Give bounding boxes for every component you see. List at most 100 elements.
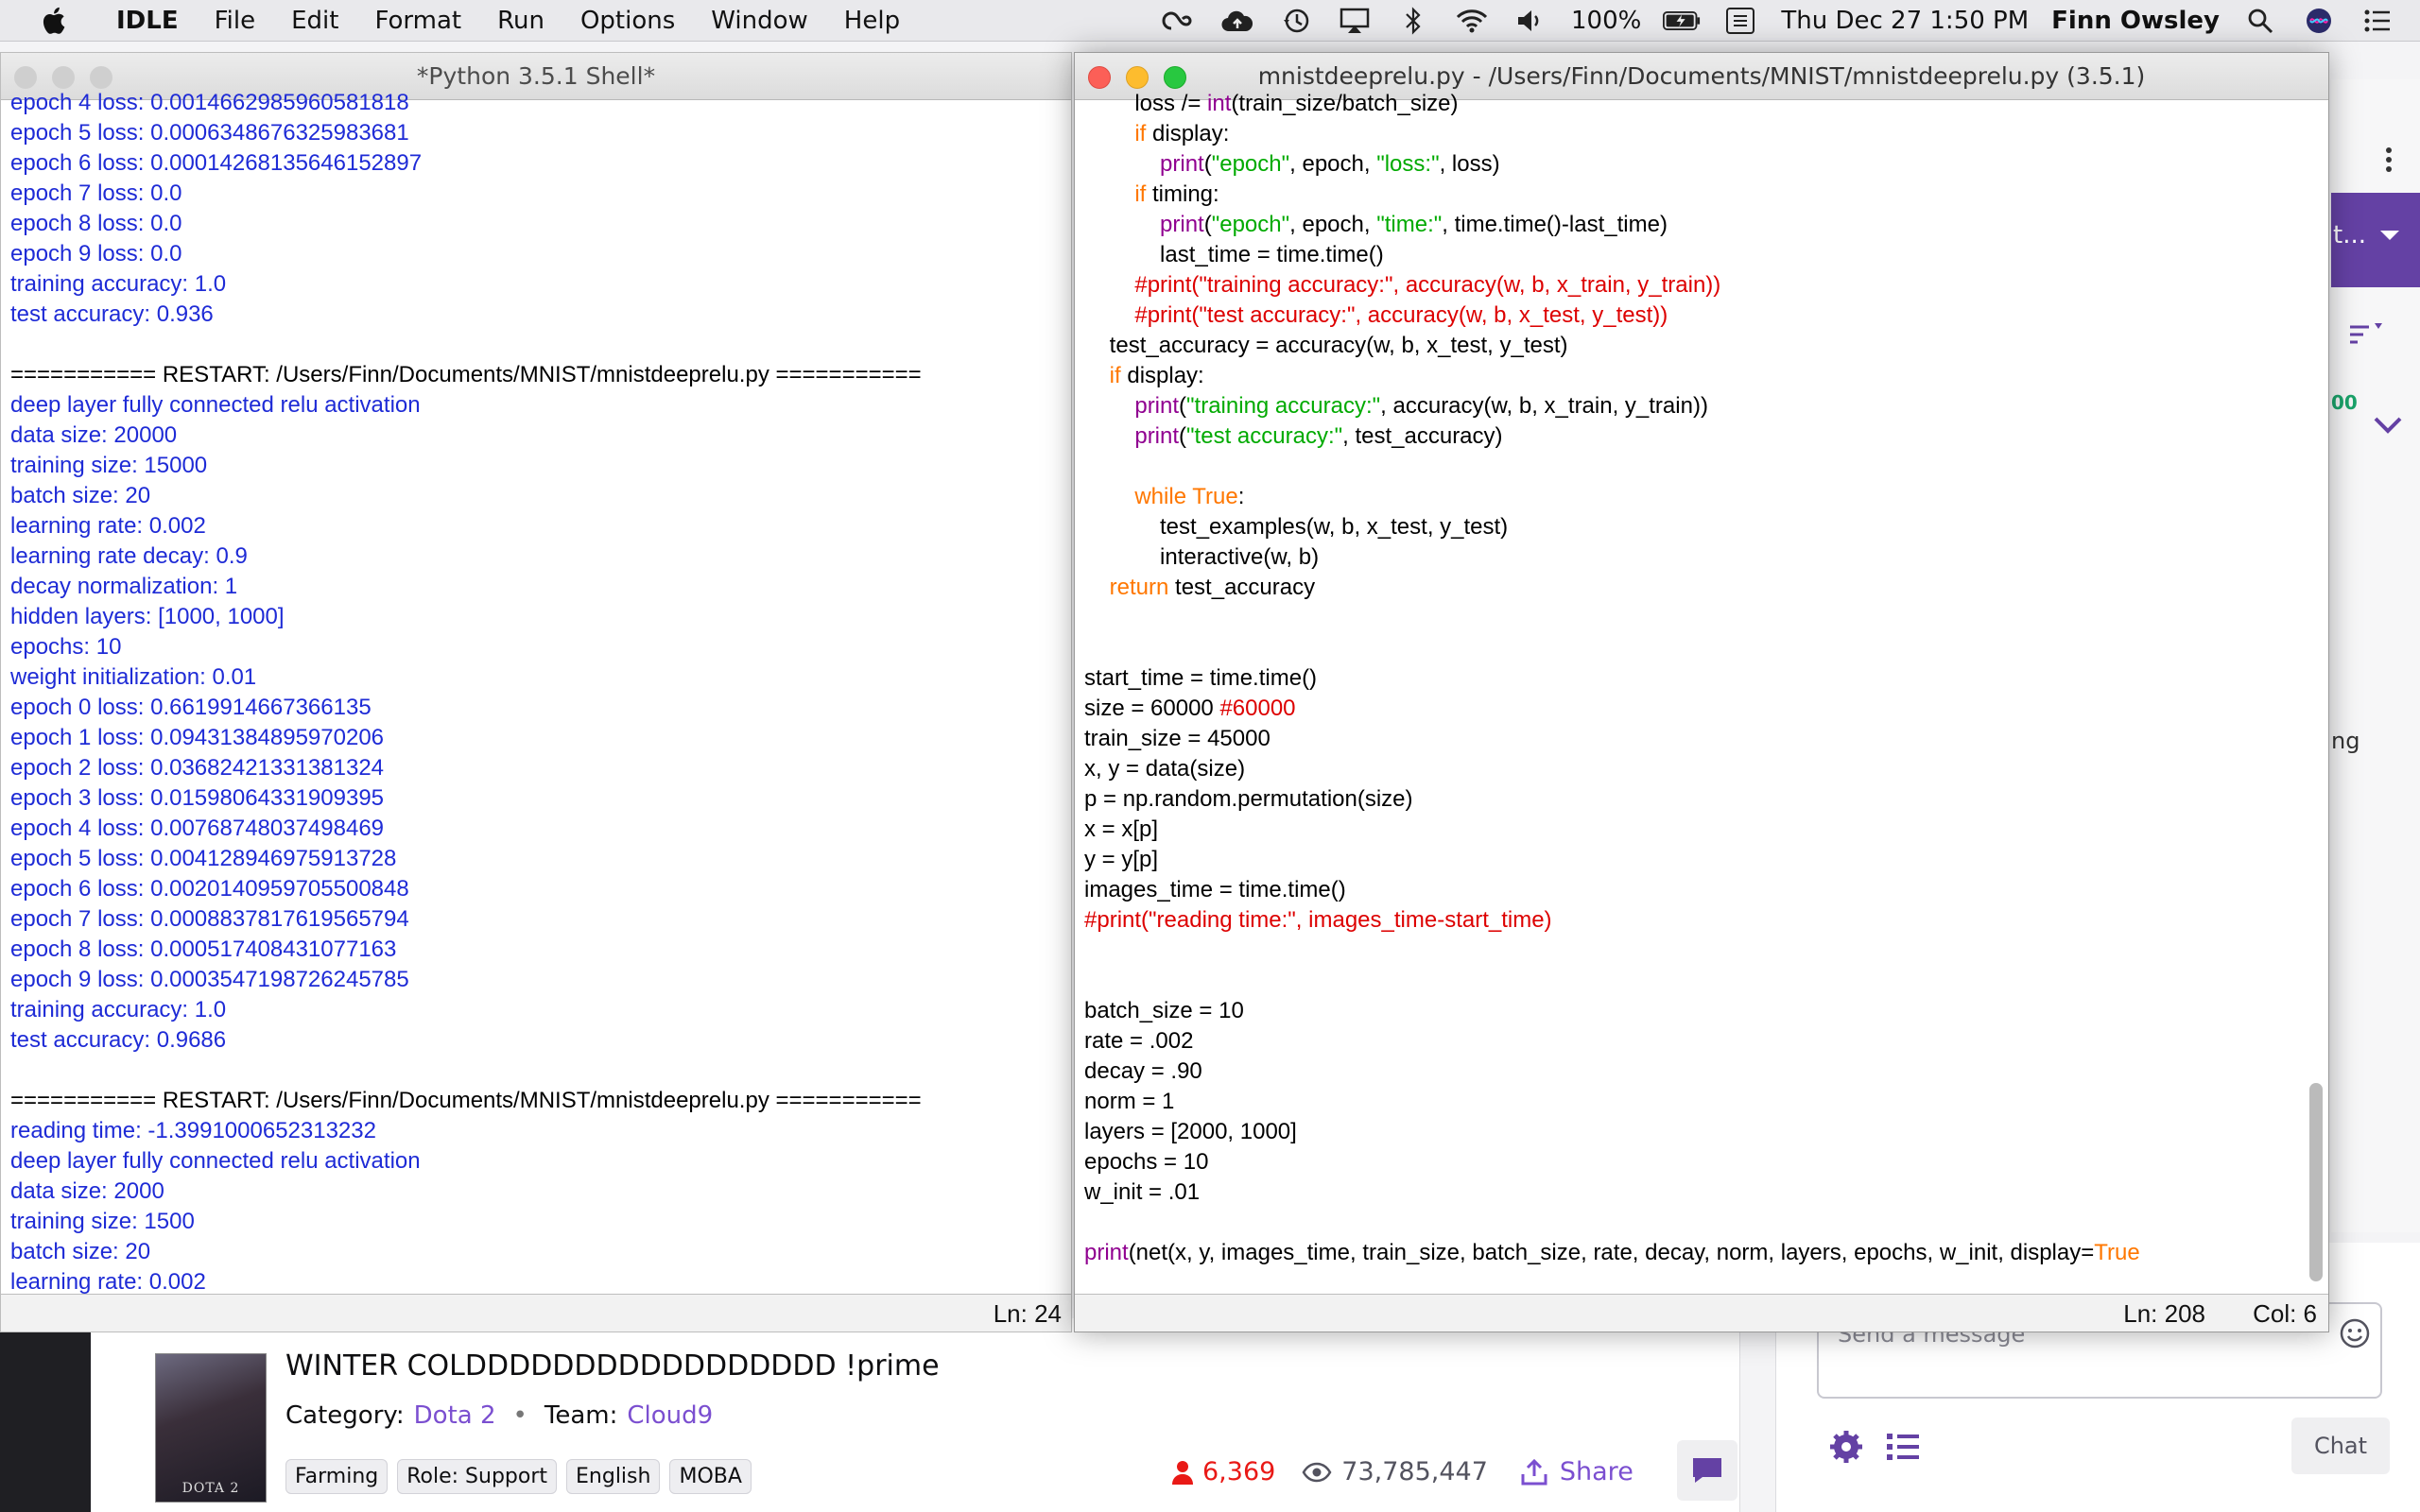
tag-english[interactable]: English [566, 1459, 661, 1494]
creative-cloud-icon[interactable] [1160, 2, 1198, 40]
code-token: test_accuracy = accuracy(w, b, x_test, y… [1084, 333, 1568, 358]
viewer-person-icon [1172, 1460, 1193, 1485]
shell-output-line: batch size: 20 [10, 483, 151, 508]
more-options-icon[interactable] [2384, 146, 2394, 174]
airplay-icon[interactable] [1336, 2, 1374, 40]
tag-farming[interactable]: Farming [285, 1459, 389, 1494]
chat-settings-gear-icon[interactable] [1828, 1429, 1864, 1465]
siri-icon[interactable] [2300, 2, 2338, 40]
menu-options[interactable]: Options [562, 7, 693, 35]
clock[interactable]: Thu Dec 27 1:50 PM [1781, 7, 2029, 35]
browser-right-panel: t... 00 ng [2331, 79, 2420, 1232]
stream-meta: Category: Dota 2 • Team: Cloud9 [285, 1401, 713, 1430]
volume-icon[interactable] [1512, 2, 1549, 40]
whisper-button[interactable] [1677, 1440, 1737, 1501]
shell-output-line: epoch 5 loss: 0.004128946975913728 [10, 846, 397, 871]
share-icon[interactable] [1520, 1458, 1548, 1486]
shell-output-line: data size: 20000 [10, 422, 178, 448]
menu-window[interactable]: Window [693, 7, 826, 35]
editor-scrollbar-thumb[interactable] [2309, 1083, 2323, 1281]
shell-output-line: hidden layers: [1000, 1000] [10, 604, 285, 629]
shell-output-line [10, 1056, 1071, 1086]
shell-output-line: epoch 7 loss: 0.0008837817619565794 [10, 906, 409, 932]
code-editor[interactable]: loss /= int(train_size/batch_size) if di… [1075, 89, 2302, 1268]
editor-window[interactable]: mnistdeeprelu.py - /Users/Finn/Documents… [1074, 52, 2329, 1332]
shell-output-line: weight initialization: 0.01 [10, 664, 257, 690]
tag-moba[interactable]: MOBA [669, 1459, 752, 1494]
notification-center-icon[interactable] [2359, 2, 2396, 40]
upload-cloud-icon[interactable] [1219, 2, 1256, 40]
shell-output-line: test accuracy: 0.936 [10, 301, 214, 327]
code-token: train_size = 45000 [1084, 726, 1270, 751]
shell-output-line [10, 330, 1071, 360]
shell-statusbar: Ln: 24 [1, 1294, 1071, 1332]
code-token: test_examples(w, b, x_test, y_test) [1084, 514, 1509, 540]
sort-icon[interactable] [2348, 319, 2386, 350]
game-cover-art[interactable]: DOTA 2 [155, 1353, 267, 1503]
menu-edit[interactable]: Edit [273, 7, 356, 35]
code-token: start_time = time.time() [1084, 665, 1318, 691]
shell-output-line: data size: 2000 [10, 1178, 164, 1204]
code-line: train_size = 45000 [1084, 724, 2302, 754]
code-token: display: [1120, 363, 1204, 388]
shell-output-line: epoch 4 loss: 0.00768748037498469 [10, 816, 385, 841]
code-token: "epoch" [1211, 151, 1290, 177]
code-line: y = y[p] [1084, 845, 2302, 875]
app-menu-idle[interactable]: IDLE [98, 7, 197, 35]
battery-icon[interactable] [1663, 2, 1701, 40]
team-link[interactable]: Cloud9 [627, 1401, 713, 1430]
wifi-icon[interactable] [1453, 2, 1491, 40]
menu-run[interactable]: Run [479, 7, 562, 35]
code-line: p = np.random.permutation(size) [1084, 784, 2302, 815]
code-line: decay = .90 [1084, 1057, 2302, 1087]
shell-output-line: epoch 9 loss: 0.0003547198726245785 [10, 967, 409, 992]
shell-output[interactable]: epoch 4 loss: 0.0014662985960581818 epoch… [1, 88, 1071, 1297]
chat-list-icon[interactable] [1885, 1429, 1921, 1465]
eye-icon [1302, 1462, 1332, 1482]
emote-picker-icon[interactable] [2339, 1317, 2371, 1349]
shell-output-line: epoch 4 loss: 0.0014662985960581818 [10, 90, 409, 115]
code-line: print(net(x, y, images_time, train_size,… [1084, 1238, 2302, 1268]
shell-output-line: reading time: -1.3991000652313232 [10, 1118, 376, 1143]
keyboard-icon[interactable] [1721, 2, 1759, 40]
code-token: loss /= [1084, 91, 1208, 116]
code-token: "training accuracy:" [1186, 393, 1381, 419]
channel-dropdown[interactable]: t... [2331, 193, 2420, 287]
code-token: , epoch, [1289, 212, 1377, 237]
chevron-down-icon[interactable] [2373, 416, 2403, 435]
code-line: #print("test accuracy:", accuracy(w, b, … [1084, 301, 2302, 331]
meta-separator: • [512, 1401, 527, 1430]
code-token: True [1192, 484, 1238, 509]
code-token: y = y[p] [1084, 847, 1159, 872]
stream-stats: 6,369 73,785,447 Share [1170, 1457, 1634, 1486]
bluetooth-icon[interactable] [1394, 2, 1432, 40]
chat-send-button[interactable]: Chat [2291, 1418, 2390, 1474]
stream-title: WINTER COLDDDDDDDDDDDDDDDDD !prime [285, 1349, 940, 1383]
status-area: 100% Thu Dec 27 1:50 PM Finn Owsley [1150, 0, 2407, 42]
code-token: #60000 [1219, 696, 1296, 721]
code-line: layers = [2000, 1000] [1084, 1117, 2302, 1147]
shell-output-line: epoch 6 loss: 0.00014268135646152897 [10, 150, 423, 176]
menu-format[interactable]: Format [356, 7, 479, 35]
code-token: if [1109, 363, 1121, 388]
apple-menu-icon[interactable] [38, 4, 72, 38]
time-machine-icon[interactable] [1277, 2, 1315, 40]
shell-output-line: deep layer fully connected relu activati… [10, 392, 421, 418]
tag-role-support[interactable]: Role: Support [397, 1459, 558, 1494]
share-button[interactable]: Share [1560, 1457, 1634, 1486]
code-token: print [1134, 423, 1180, 449]
spotlight-icon[interactable] [2241, 2, 2279, 40]
editor-column-number: Col: 6 [2253, 1299, 2317, 1328]
code-token: display: [1146, 121, 1230, 146]
shell-output-line: learning rate decay: 0.9 [10, 543, 248, 569]
python-shell-window[interactable]: *Python 3.5.1 Shell* epoch 4 loss: 0.001… [0, 52, 1072, 1332]
menu-help[interactable]: Help [826, 7, 918, 35]
user-name[interactable]: Finn Owsley [2051, 7, 2220, 35]
menu-file[interactable]: File [197, 7, 274, 35]
category-link[interactable]: Dota 2 [414, 1401, 496, 1430]
shell-output-line: =========== RESTART: /Users/Finn/Documen… [10, 362, 922, 387]
